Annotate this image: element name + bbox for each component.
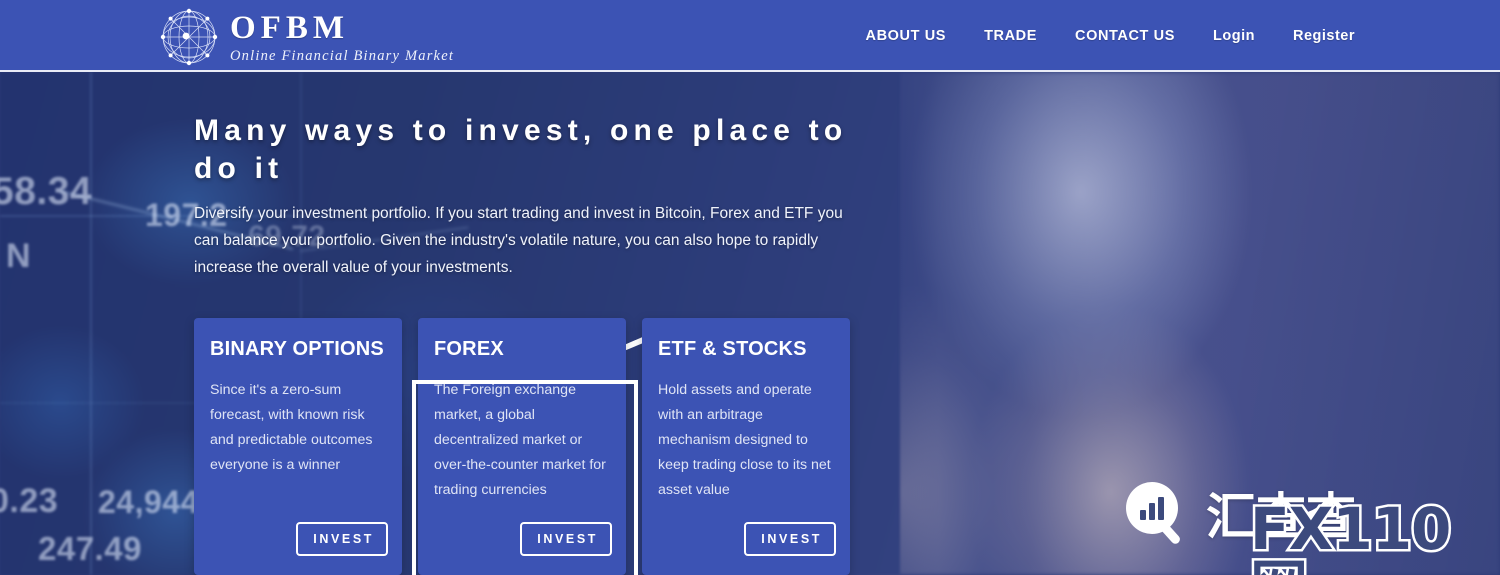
nav-login[interactable]: Login <box>1194 28 1274 44</box>
nav-trade[interactable]: TRADE <box>965 28 1056 44</box>
invest-button-binary-options[interactable]: INVEST <box>296 522 388 556</box>
nav-register[interactable]: Register <box>1274 28 1374 44</box>
card-title: BINARY OPTIONS <box>210 338 384 360</box>
nav-about-us[interactable]: ABOUT US <box>847 28 966 44</box>
globe-network-icon <box>158 6 220 68</box>
card-title: ETF & STOCKS <box>658 338 807 360</box>
site-header: OFBM Online Financial Binary Market ABOU… <box>0 0 1500 72</box>
logo-tagline: Online Financial Binary Market <box>230 48 455 64</box>
invest-button-forex[interactable]: INVEST <box>520 522 612 556</box>
card-description: Hold assets and operate with an arbitrag… <box>658 382 831 498</box>
watermark-fx110: FX110网 <box>1248 495 1454 575</box>
card-title: FOREX <box>434 338 504 360</box>
logo[interactable]: OFBM Online Financial Binary Market <box>158 6 454 68</box>
card-description: The Foreign exchange market, a global de… <box>434 382 606 498</box>
nav-contact-us[interactable]: CONTACT US <box>1056 28 1194 44</box>
card-binary-options[interactable]: BINARY OPTIONS Since it's a zero-sum for… <box>194 318 402 575</box>
magnifier-bar-chart-icon <box>1120 478 1192 555</box>
page-title: Many ways to invest, one place to do it <box>194 114 848 185</box>
invest-button-etf-stocks[interactable]: INVEST <box>744 522 836 556</box>
hero-description: Diversify your investment portfolio. If … <box>194 205 843 276</box>
card-etf-stocks[interactable]: ETF & STOCKS Hold assets and operate wit… <box>642 318 850 575</box>
logo-name: OFBM <box>230 10 349 46</box>
card-forex[interactable]: FOREX The Foreign exchange market, a glo… <box>418 318 626 575</box>
main-navigation: ABOUT US TRADE CONTACT US Login Register <box>847 0 1374 72</box>
card-description: Since it's a zero-sum forecast, with kno… <box>210 382 373 473</box>
